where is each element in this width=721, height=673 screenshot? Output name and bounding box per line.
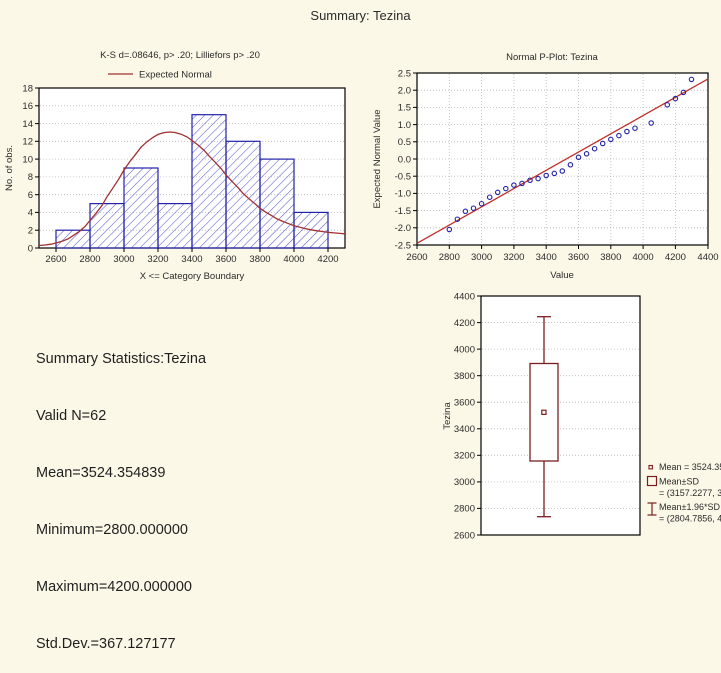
histogram-bar [90,204,124,248]
svg-text:2800: 2800 [439,252,460,263]
svg-text:-0.5: -0.5 [395,172,411,183]
svg-text:12: 12 [22,137,33,148]
svg-text:0.0: 0.0 [398,154,411,165]
svg-text:6: 6 [28,190,33,201]
legend-mean-label: Mean = 3524.3548 [659,462,721,472]
svg-text:16: 16 [22,101,33,112]
pplot-xticks [417,245,708,249]
svg-text:2800: 2800 [79,254,100,265]
legend-sd-label: Mean±SD [659,477,699,487]
svg-text:14: 14 [22,119,33,130]
svg-text:-1.0: -1.0 [395,189,411,200]
stat-line-stddev: Std.Dev.=367.127177 [36,635,206,654]
svg-text:0.5: 0.5 [398,137,411,148]
legend-ci-label: Mean±1.96*SD [659,502,720,512]
svg-text:0: 0 [28,243,33,254]
pplot-xtick-labels: 2600 2800 3000 3200 3400 3600 3800 4000 … [406,252,718,263]
boxplot-chart: 2600 2800 3000 3200 3400 3600 3800 4000 … [440,288,721,548]
svg-text:3000: 3000 [454,477,475,488]
histogram-chart: K-S d=.08646, p> .20; Lilliefors p> .20 … [0,48,360,288]
svg-text:3200: 3200 [147,254,168,265]
svg-text:2600: 2600 [454,530,475,541]
svg-text:4000: 4000 [633,252,654,263]
svg-text:1.0: 1.0 [398,120,411,131]
histogram-bar [56,230,90,248]
svg-text:3600: 3600 [568,252,589,263]
svg-text:3400: 3400 [454,424,475,435]
histogram-bar [192,115,226,248]
svg-text:3000: 3000 [113,254,134,265]
svg-text:4: 4 [28,208,33,219]
svg-text:10: 10 [22,154,33,165]
pplot-chart: Normal P-Plot: Tezina [366,48,721,288]
histogram-xticks [56,248,328,252]
svg-text:2600: 2600 [45,254,66,265]
svg-text:4200: 4200 [317,254,338,265]
pplot-title: Normal P-Plot: Tezina [506,52,598,63]
svg-text:2.0: 2.0 [398,86,411,97]
svg-text:4400: 4400 [454,291,475,302]
legend-sd-range: = (3157.2277, 3891.482) [659,488,721,498]
svg-text:4200: 4200 [454,318,475,329]
histogram-ytick-labels: 0 2 4 6 8 10 12 14 16 18 [22,83,33,254]
svg-text:-1.5: -1.5 [395,206,411,217]
svg-text:3600: 3600 [215,254,236,265]
legend-whisker-icon [648,503,657,515]
histogram-bar [158,204,192,248]
svg-text:3600: 3600 [454,398,475,409]
histogram-bar [124,168,158,248]
svg-text:4000: 4000 [454,344,475,355]
boxplot-yticks [477,296,481,535]
svg-text:3800: 3800 [249,254,270,265]
pplot-ytick-labels: -2.5 -2.0 -1.5 -1.0 -0.5 0.0 0.5 1.0 1.5… [395,68,411,251]
svg-text:4000: 4000 [283,254,304,265]
svg-text:3800: 3800 [600,252,621,263]
stat-line-validn: Valid N=62 [36,407,206,426]
svg-text:-2.0: -2.0 [395,223,411,234]
histogram-xlabel: X <= Category Boundary [140,271,245,282]
stat-line-maximum: Maximum=4200.000000 [36,578,206,597]
histogram-bar [226,141,260,248]
stat-line-title: Summary Statistics:Tezina [36,350,206,369]
svg-text:2600: 2600 [406,252,427,263]
svg-text:1.5: 1.5 [398,103,411,114]
svg-text:2.5: 2.5 [398,68,411,79]
pplot-yticks [413,73,417,245]
legend-ci-range: = (2804.7856, 4243.9241) [659,514,721,524]
svg-text:2800: 2800 [454,504,475,515]
legend-box-icon [648,477,657,486]
histogram-ylabel: No. of obs. [4,145,15,191]
histogram-title: K-S d=.08646, p> .20; Lilliefors p> .20 [100,50,260,61]
summary-statistics-block: Summary Statistics:Tezina Valid N=62 Mea… [36,312,206,673]
svg-text:4400: 4400 [697,252,718,263]
svg-text:3400: 3400 [536,252,557,263]
stat-line-mean: Mean=3524.354839 [36,464,206,483]
svg-text:2: 2 [28,226,33,237]
svg-text:3800: 3800 [454,371,475,382]
svg-text:3200: 3200 [503,252,524,263]
page-title: Summary: Tezina [0,8,721,23]
legend-mean-point-icon [649,466,652,469]
svg-text:8: 8 [28,172,33,183]
boxplot-box [530,364,558,462]
boxplot-ylabel: Tezina [442,402,453,430]
svg-text:4200: 4200 [665,252,686,263]
stat-line-minimum: Minimum=2800.000000 [36,521,206,540]
boxplot-ytick-labels: 2600 2800 3000 3200 3400 3600 3800 4000 … [454,291,475,541]
svg-text:3200: 3200 [454,451,475,462]
svg-text:-2.5: -2.5 [395,240,411,251]
boxplot-plot-area [481,296,640,535]
histogram-xtick-labels: 2600 2800 3000 3200 3400 3600 3800 4000 … [45,254,338,265]
svg-text:18: 18 [22,83,33,94]
svg-text:3400: 3400 [181,254,202,265]
svg-text:3000: 3000 [471,252,492,263]
pplot-ylabel: Expected Normal Value [372,109,383,208]
pplot-xlabel: Value [550,270,574,281]
histogram-legend-label: Expected Normal [139,70,212,81]
boxplot-legend: Mean = 3524.3548 Mean±SD = (3157.2277, 3… [648,462,721,524]
histogram-bar [260,159,294,248]
